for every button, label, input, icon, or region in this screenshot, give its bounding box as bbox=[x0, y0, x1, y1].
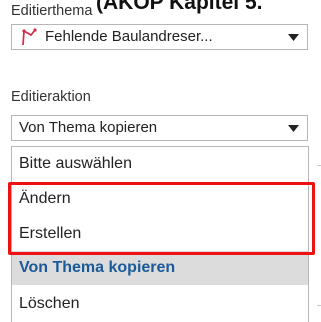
edit-theme-label: Editierthema bbox=[11, 3, 93, 19]
highlight-annotation-box bbox=[8, 182, 315, 255]
background-divider bbox=[317, 165, 321, 166]
background-divider bbox=[317, 305, 321, 306]
edit-action-value: Von Thema kopieren bbox=[19, 119, 158, 136]
dropdown-option-loeschen[interactable]: Löschen bbox=[12, 287, 308, 321]
edit-action-label: Editieraktion bbox=[11, 89, 91, 105]
edit-theme-value: Fehlende Baulandreser... bbox=[45, 28, 213, 45]
page-heading: (AKOP Kapitel 5. bbox=[96, 0, 263, 14]
dropdown-option-bitte-auswaehlen[interactable]: Bitte auswählen bbox=[12, 147, 308, 181]
edit-action-select[interactable]: Von Thema kopieren bbox=[11, 115, 308, 141]
polyline-icon bbox=[22, 28, 37, 46]
dropdown-option-von-thema-kopieren[interactable]: Von Thema kopieren bbox=[12, 251, 308, 285]
chevron-down-icon[interactable] bbox=[286, 116, 300, 140]
edit-theme-select[interactable]: Fehlende Baulandreser... bbox=[11, 24, 308, 50]
chevron-down-icon[interactable] bbox=[286, 25, 300, 49]
